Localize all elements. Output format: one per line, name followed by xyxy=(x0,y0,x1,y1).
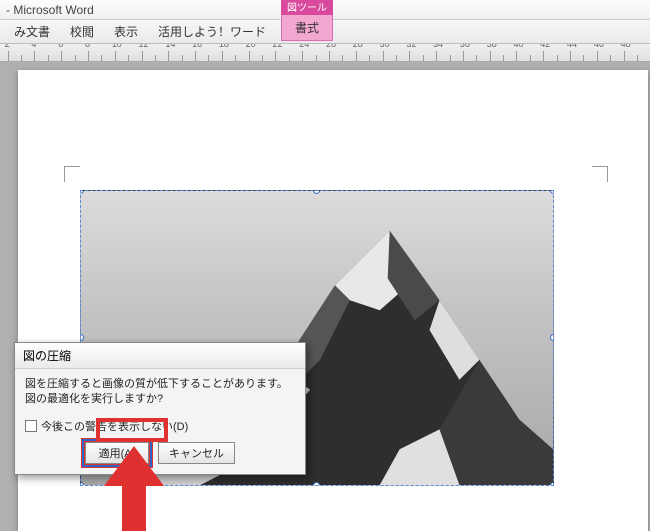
window-title: - Microsoft Word xyxy=(6,3,94,17)
menu-katsuyou[interactable]: 活用しよう！ワード xyxy=(148,19,276,44)
context-tab-group: 図ツール 書式 xyxy=(281,0,333,41)
resize-handle[interactable] xyxy=(80,482,84,486)
document-area: 図の圧縮 図を圧縮すると画像の質が低下することがあります。図の最適化を実行します… xyxy=(0,62,650,531)
crop-mark-top-left xyxy=(64,166,80,182)
dialog-button-row: 適用(A) キャンセル xyxy=(25,442,295,464)
menu-mixed-docs[interactable]: み文書 xyxy=(4,19,60,44)
context-tab-format[interactable]: 書式 xyxy=(281,15,333,41)
resize-handle[interactable] xyxy=(550,334,554,341)
crop-mark-top-right xyxy=(592,166,608,182)
dont-show-again-checkbox[interactable]: 今後この警告を表示しない(D) xyxy=(25,418,295,434)
dialog-title: 図の圧縮 xyxy=(15,343,305,369)
cancel-button[interactable]: キャンセル xyxy=(158,442,235,464)
menu-bar: み文書 校閲 表示 活用しよう！ワード Acrobat 図ツール 書式 xyxy=(0,20,650,44)
compress-pictures-dialog: 図の圧縮 図を圧縮すると画像の質が低下することがあります。図の最適化を実行します… xyxy=(14,342,306,475)
menu-view[interactable]: 表示 xyxy=(104,19,148,44)
checkbox-label: 今後この警告を表示しない(D) xyxy=(41,418,188,434)
resize-handle[interactable] xyxy=(550,190,554,194)
horizontal-ruler: 2468101214161820222426283032343638404244… xyxy=(0,44,650,62)
apply-button[interactable]: 適用(A) xyxy=(85,442,149,464)
dialog-message: 図を圧縮すると画像の質が低下することがあります。図の最適化を実行しますか? xyxy=(25,377,295,408)
resize-handle[interactable] xyxy=(550,482,554,486)
checkbox-box[interactable] xyxy=(25,420,37,432)
menu-review[interactable]: 校閲 xyxy=(60,19,104,44)
resize-handle[interactable] xyxy=(313,482,320,486)
context-tab-label: 図ツール xyxy=(281,0,333,15)
dialog-body: 図を圧縮すると画像の質が低下することがあります。図の最適化を実行しますか? 今後… xyxy=(15,369,305,474)
